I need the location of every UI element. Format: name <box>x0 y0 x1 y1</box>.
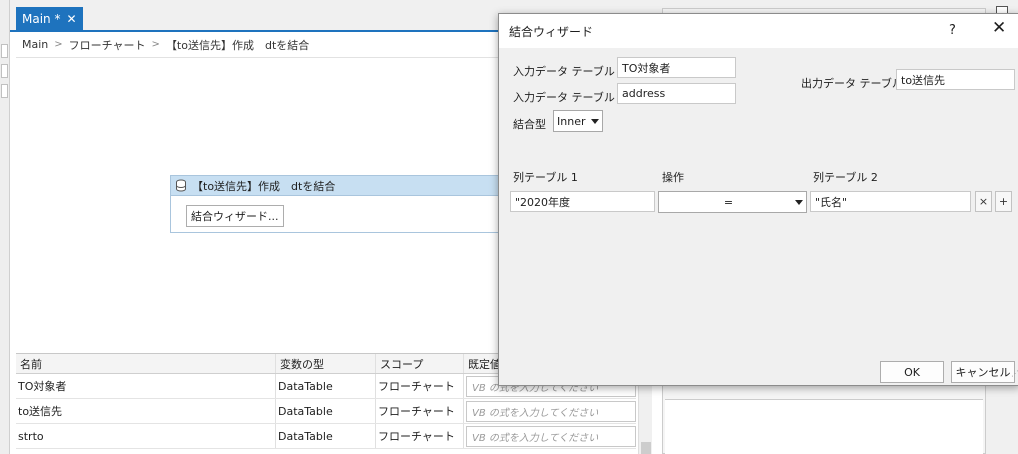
properties-panel-body <box>665 399 983 454</box>
output-table-label: 出力データ テーブル <box>801 77 903 90</box>
chevron-right-icon: > <box>151 39 160 50</box>
output-table-field[interactable]: to送信先 <box>896 69 1015 90</box>
chevron-right-icon: > <box>54 39 63 50</box>
input-table-1-field[interactable]: TO対象者 <box>617 57 736 78</box>
input-table-2-label: 入力データ テーブル 2 <box>513 91 626 104</box>
input-table-2-field[interactable]: address <box>617 83 736 104</box>
breadcrumb-item[interactable]: フローチャート <box>69 37 146 53</box>
close-icon[interactable]: ✕ <box>66 13 76 25</box>
table-row[interactable]: strto DataTable フローチャート VB の式を入力してください <box>16 424 636 449</box>
close-icon[interactable]: ✕ <box>992 20 1006 37</box>
variable-scope[interactable]: フローチャート <box>376 374 464 398</box>
breadcrumb-item[interactable]: Main <box>22 38 48 51</box>
join-type-label: 結合型 <box>513 118 546 131</box>
add-row-button[interactable]: + <box>995 191 1012 212</box>
tab-main-label: Main * <box>22 11 61 26</box>
scrollbar-thumb[interactable] <box>641 442 651 454</box>
column-header-scope[interactable]: スコープ <box>376 354 464 373</box>
ok-button[interactable]: OK <box>880 361 944 383</box>
variables-scrollbar[interactable] <box>638 374 652 454</box>
remove-row-button[interactable]: × <box>975 191 992 212</box>
tab-main[interactable]: Main * ✕ <box>16 7 83 30</box>
join-type-select[interactable]: Inner <box>553 110 603 132</box>
activity-title: 【to送信先】作成 dtを結合 <box>192 179 336 193</box>
database-icon <box>176 179 186 192</box>
join-type-value: Inner <box>557 114 586 128</box>
default-value-input[interactable]: VB の式を入力してください <box>466 401 636 422</box>
dialog-title-bar: 結合ウィザード <box>499 14 1018 48</box>
toolbox-handle[interactable] <box>1 84 8 98</box>
chevron-down-icon <box>795 199 803 205</box>
left-toolbox-strip <box>0 0 10 454</box>
variable-scope[interactable]: フローチャート <box>376 424 464 448</box>
variable-name[interactable]: TO対象者 <box>16 374 276 398</box>
toolbox-handle[interactable] <box>1 44 8 58</box>
join-wizard-button[interactable]: 結合ウィザード... <box>186 205 284 227</box>
variable-name[interactable]: strto <box>16 424 276 448</box>
join-datatables-activity[interactable]: 【to送信先】作成 dtを結合 結合ウィザード... <box>170 175 506 233</box>
column-table-1-input[interactable]: "2020年度 <box>510 191 655 212</box>
column-table-2-input[interactable]: "氏名" <box>810 191 971 212</box>
column-table-1-header: 列テーブル 1 <box>513 171 578 184</box>
resize-grip-icon[interactable]: ⋰ <box>1011 370 1018 384</box>
cancel-button[interactable]: キャンセル <box>951 361 1015 383</box>
activity-header[interactable]: 【to送信先】作成 dtを結合 <box>171 176 505 196</box>
operation-header: 操作 <box>662 171 684 184</box>
input-table-1-label: 入力データ テーブル 1 <box>513 65 626 78</box>
default-value-input[interactable]: VB の式を入力してください <box>466 426 636 447</box>
operation-select[interactable]: = <box>658 191 807 213</box>
column-table-2-header: 列テーブル 2 <box>813 171 878 184</box>
breadcrumb-item[interactable]: 【to送信先】作成 dtを結合 <box>166 37 309 53</box>
dialog-title: 結合ウィザード <box>509 24 594 39</box>
variable-scope[interactable]: フローチャート <box>376 399 464 423</box>
operation-value: = <box>723 195 734 209</box>
variable-name[interactable]: to送信先 <box>16 399 276 423</box>
help-icon[interactable]: ? <box>949 23 956 38</box>
table-row[interactable]: to送信先 DataTable フローチャート VB の式を入力してください <box>16 399 636 424</box>
join-wizard-dialog: 結合ウィザード ? ✕ 入力データ テーブル 1 TO対象者 入力データ テーブ… <box>498 13 1018 386</box>
chevron-down-icon <box>591 118 599 124</box>
toolbox-handle[interactable] <box>1 64 8 78</box>
variable-type[interactable]: DataTable <box>276 424 376 448</box>
column-header-type[interactable]: 変数の型 <box>276 354 376 373</box>
variable-type[interactable]: DataTable <box>276 399 376 423</box>
variable-type[interactable]: DataTable <box>276 374 376 398</box>
column-header-name[interactable]: 名前 <box>16 354 276 373</box>
